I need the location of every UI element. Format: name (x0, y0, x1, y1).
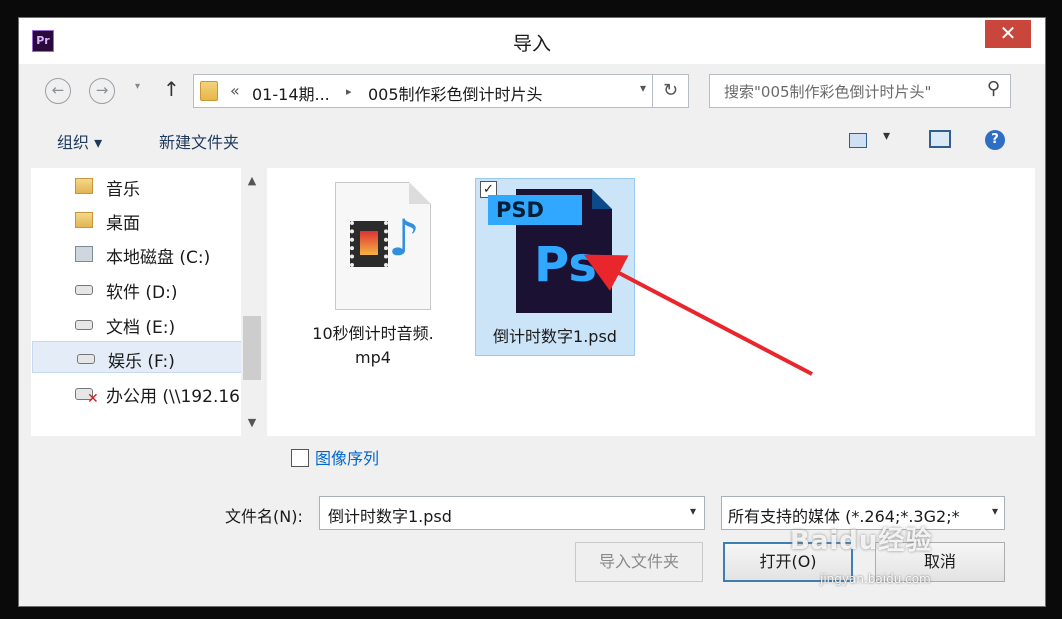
chevron-down-icon[interactable]: ▾ (640, 81, 646, 95)
sidebar-scrollbar[interactable]: ▲ ▼ (241, 168, 263, 436)
baidu-watermark: Baidu经验 (790, 526, 933, 556)
import-folder-button[interactable]: 导入文件夹 (575, 542, 703, 582)
video-file-icon: ♪ (335, 182, 431, 310)
psd-badge-icon: PSD (488, 195, 582, 225)
film-strip-icon (350, 221, 388, 267)
sidebar-item-label: 办公用 (\\192.16 (106, 387, 240, 407)
drive-icon (75, 320, 93, 330)
sidebar-item-drive-e[interactable]: 文档 (E:) (31, 308, 241, 340)
folder-icon (200, 81, 218, 101)
sidebar-item-network-drive[interactable]: ✕ 办公用 (\\192.16 (31, 377, 241, 409)
sidebar-item-label: 文档 (E:) (106, 318, 176, 338)
scroll-down-arrow-icon[interactable]: ▼ (241, 412, 263, 434)
music-folder-icon (75, 178, 93, 194)
search-input[interactable]: 搜索"005制作彩色倒计时片头" ⚲ (709, 74, 1011, 108)
file-name: 倒计时数字1.psd (493, 327, 617, 346)
filename-label: 文件名(N): (225, 507, 303, 526)
drive-icon (77, 354, 95, 364)
sidebar-item-drive-c[interactable]: 本地磁盘 (C:) (31, 238, 241, 270)
breadcrumb-item-current[interactable]: 005制作彩色倒计时片头 (368, 81, 543, 105)
page-fold (409, 182, 431, 204)
chevron-down-icon[interactable]: ▾ (991, 504, 998, 518)
refresh-button[interactable]: ↻ (653, 74, 689, 108)
address-bar[interactable]: « 01-14期... ▸ 005制作彩色倒计时片头 ▾ (193, 74, 653, 108)
preview-pane-icon[interactable] (929, 130, 951, 148)
filename-input[interactable]: 倒计时数字1.psd ▾ (319, 496, 705, 530)
organize-button[interactable]: 组织 ▾ (57, 129, 102, 153)
breadcrumb-overflow[interactable]: « (230, 81, 240, 100)
desktop-folder-icon (75, 212, 93, 228)
forward-button[interactable]: → (89, 78, 115, 104)
sidebar-item-label: 音乐 (106, 180, 140, 200)
up-button[interactable]: ↑ (163, 77, 180, 101)
search-placeholder: 搜索"005制作彩色倒计时片头" (724, 83, 932, 101)
recent-locations-dropdown[interactable]: ▾ (135, 81, 140, 92)
file-item-video[interactable]: ♪ 10秒倒计时音频. mp4 (293, 176, 453, 367)
new-folder-button[interactable]: 新建文件夹 (159, 129, 239, 153)
system-drive-icon (75, 246, 93, 262)
sidebar-item-label: 软件 (D:) (106, 283, 178, 303)
drive-icon (75, 285, 93, 295)
sidebar-item-drive-d[interactable]: 软件 (D:) (31, 273, 241, 305)
sidebar-item-label: 本地磁盘 (C:) (106, 248, 211, 268)
music-note-icon: ♪ (388, 209, 420, 267)
disconnected-icon: ✕ (87, 391, 99, 407)
sidebar-item-label: 娱乐 (F:) (108, 352, 175, 372)
page-fold (592, 189, 612, 209)
sidebar-item-desktop[interactable]: 桌面 (31, 204, 241, 236)
navigation-bar: ← → ▾ ↑ « 01-14期... ▸ 005制作彩色倒计时片头 ▾ ↻ 搜… (19, 64, 1045, 114)
title-bar: Pr 导入 ✕ (19, 18, 1045, 64)
navigation-pane[interactable]: 音乐 桌面 本地磁盘 (C:) 软件 (D:) 文档 (E:) 娱乐 (F:) … (31, 168, 263, 436)
breadcrumb-item-parent[interactable]: 01-14期... (252, 81, 330, 105)
back-button[interactable]: ← (45, 78, 71, 104)
filename-value: 倒计时数字1.psd (328, 507, 452, 526)
baidu-watermark-url: jingyan.baidu.com (820, 572, 931, 586)
chevron-down-icon[interactable]: ▾ (690, 504, 696, 518)
photoshop-logo-icon: Ps (534, 237, 597, 293)
file-name: 10秒倒计时音频. mp4 (312, 324, 434, 367)
view-options-dropdown[interactable]: ▾ (883, 128, 890, 144)
help-icon[interactable]: ? (985, 130, 1005, 150)
sidebar-item-label: 桌面 (106, 214, 140, 234)
image-sequence-label[interactable]: 图像序列 (315, 445, 379, 469)
search-icon[interactable]: ⚲ (987, 78, 1000, 99)
dialog-title: 导入 (512, 33, 551, 55)
change-view-icon[interactable] (849, 133, 867, 148)
file-list: ♪ 10秒倒计时音频. mp4 ✓ Ps PSD 倒计时数字1.psd (267, 168, 1035, 436)
close-button[interactable]: ✕ (985, 20, 1031, 48)
scroll-up-arrow-icon[interactable]: ▲ (241, 170, 263, 192)
breadcrumb-separator-icon[interactable]: ▸ (346, 85, 352, 98)
sidebar-item-drive-f[interactable]: 娱乐 (F:) (32, 341, 242, 373)
command-toolbar: 组织 ▾ 新建文件夹 ▾ ? (19, 114, 1045, 164)
import-dialog: Pr 导入 ✕ ← → ▾ ↑ « 01-14期... ▸ 005制作彩色倒计时… (18, 17, 1046, 607)
image-sequence-checkbox[interactable] (291, 449, 309, 467)
file-item-psd[interactable]: ✓ Ps PSD 倒计时数字1.psd (475, 178, 635, 356)
sidebar-item-music[interactable]: 音乐 (31, 170, 241, 202)
scrollbar-thumb[interactable] (243, 316, 261, 380)
